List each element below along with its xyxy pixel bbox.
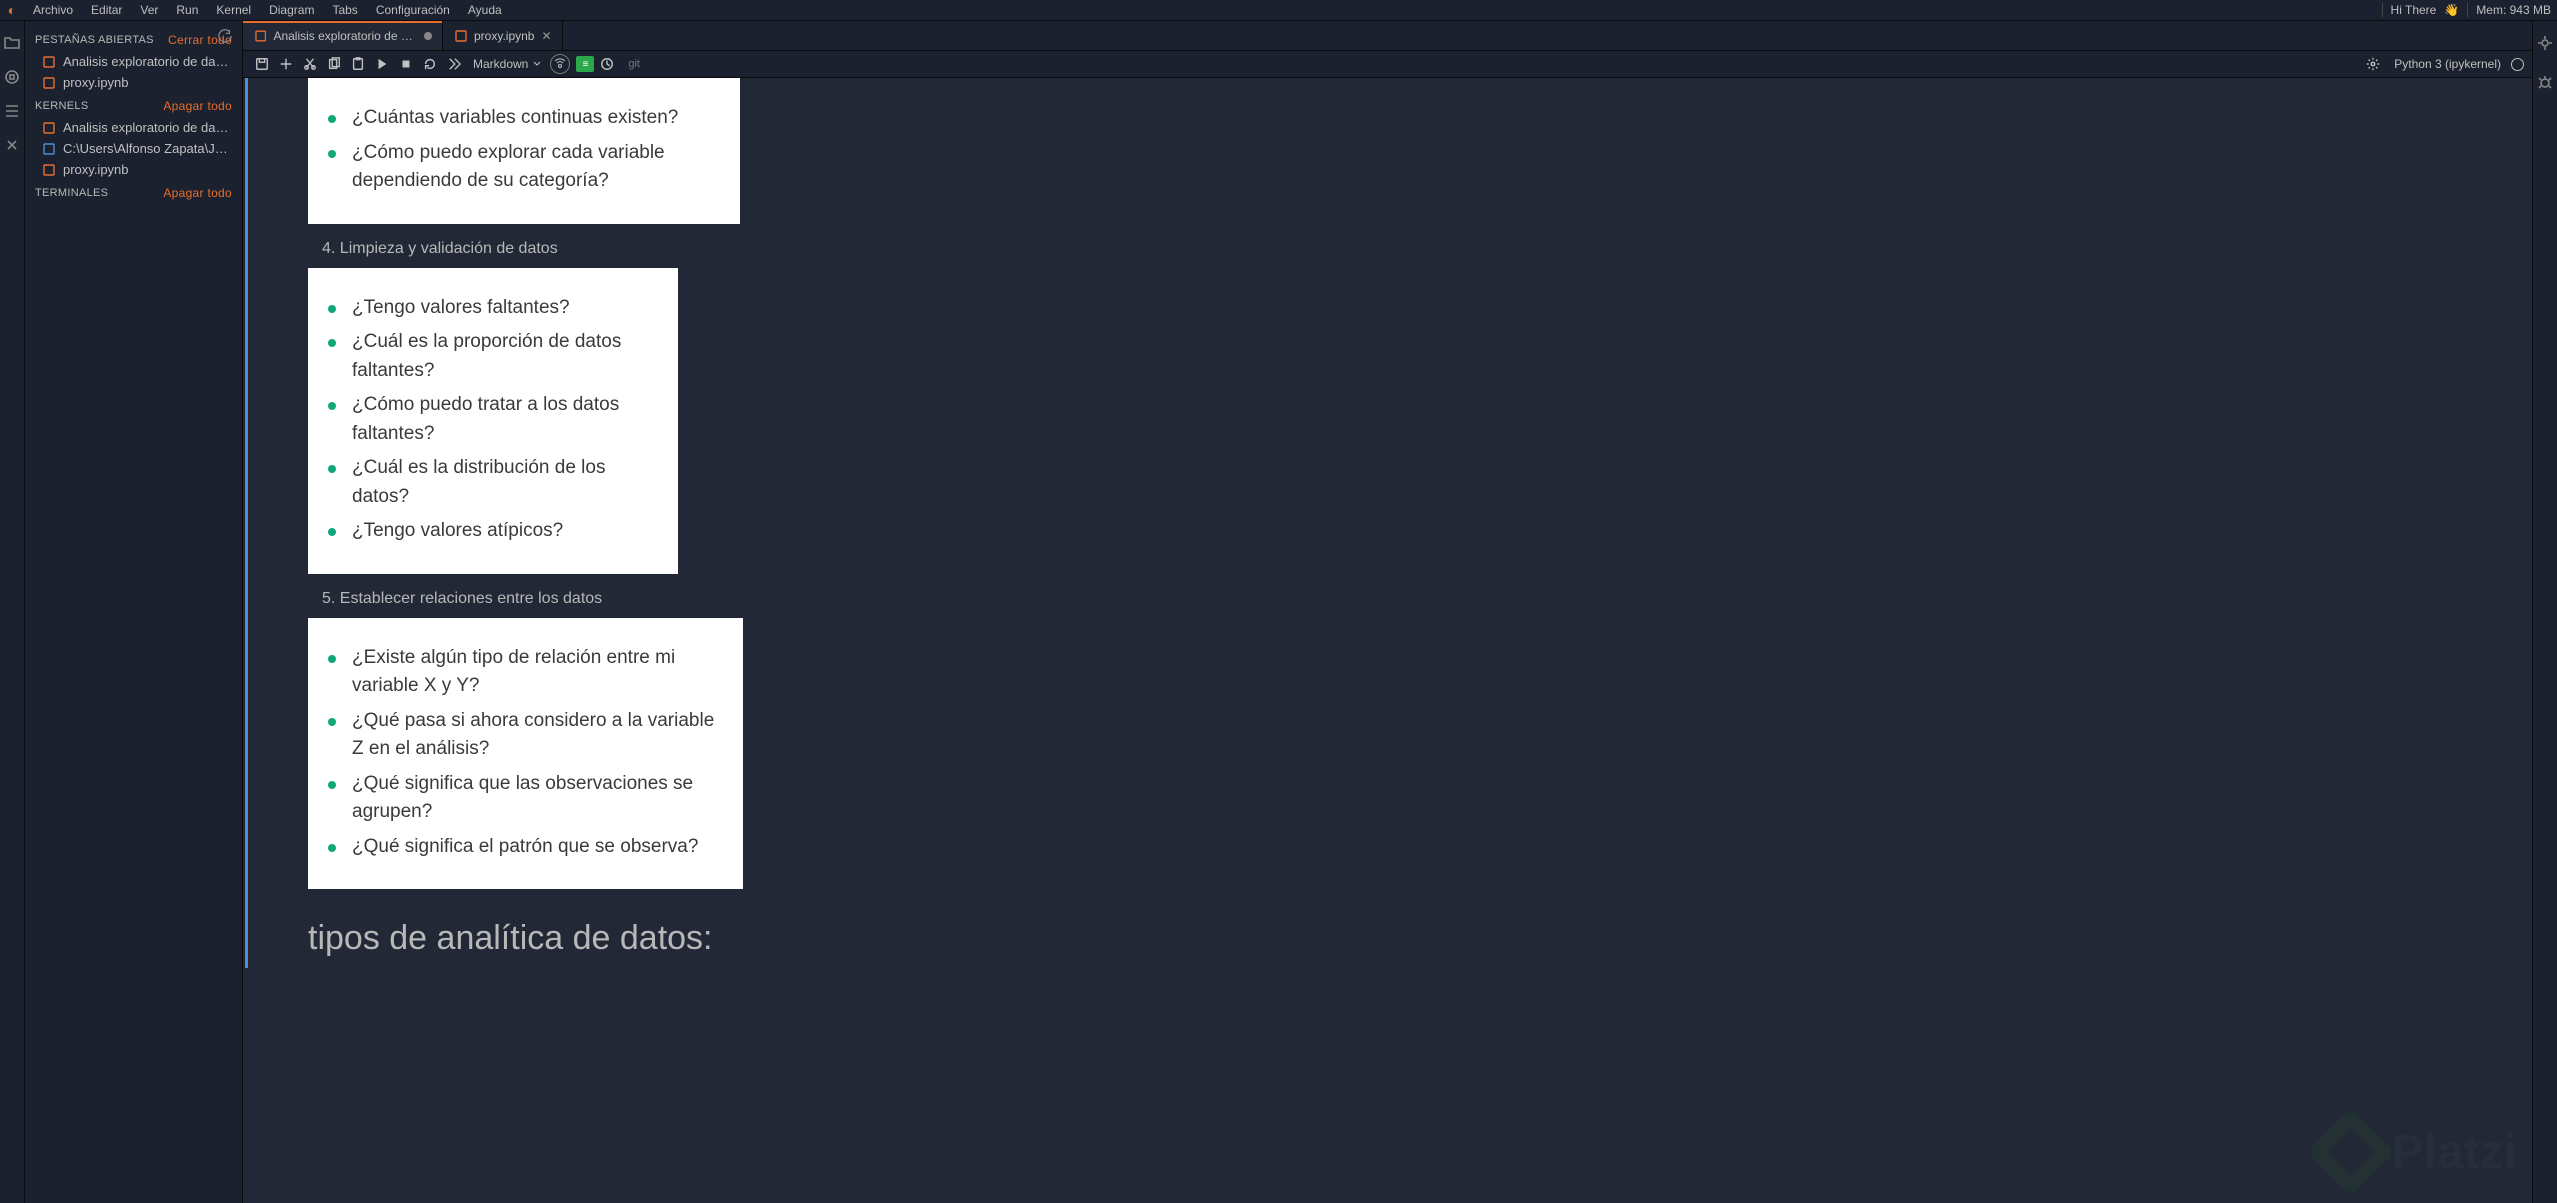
list-item: ¿Tengo valores atípicos?	[346, 517, 650, 546]
numbered-heading: 5. Establecer relaciones entre los datos	[308, 574, 2532, 618]
sidebar-item[interactable]: proxy.ipynb	[25, 159, 242, 180]
tab-label: proxy.ipynb	[474, 29, 534, 43]
kernel-status-icon[interactable]	[2511, 58, 2524, 71]
wave-icon: 👋	[2444, 3, 2459, 17]
sidebar-item[interactable]: Analisis exploratorio de datos.i...	[25, 117, 242, 138]
cut-button[interactable]	[299, 53, 321, 75]
list-item: ¿Qué significa el patrón que se observa?	[346, 833, 715, 862]
menu-run[interactable]: Run	[167, 0, 207, 20]
menu-list: Archivo Editar Ver Run Kernel Diagram Ta…	[24, 0, 511, 20]
left-activity-bar	[0, 21, 25, 1203]
shutdown-all-button[interactable]: Apagar todo	[163, 186, 232, 200]
notebook-toolbar: Markdown ≡ git Python 3 (ipykernel)	[243, 51, 2532, 78]
close-icon[interactable]: ✕	[541, 29, 551, 43]
list-item: ¿Tengo valores faltantes?	[346, 294, 650, 323]
section-terminals: Terminales Apagar todo	[25, 180, 242, 204]
notebook-icon	[455, 30, 467, 42]
notebook-icon	[43, 56, 55, 68]
sidebar-item-label: Analisis exploratorio de datos.i...	[63, 54, 232, 69]
tab-proxy[interactable]: proxy.ipynb ✕	[443, 21, 563, 50]
tab-label: Analisis exploratorio de dato	[273, 29, 417, 43]
sidebar-item[interactable]: Analisis exploratorio de datos.i...	[25, 51, 242, 72]
list-item: ¿Cuál es la proporción de datos faltante…	[346, 328, 650, 385]
refresh-icon[interactable]	[218, 29, 232, 46]
heading-2: tipos de analítica de datos:	[308, 889, 2532, 968]
section-open-tabs: Pestañas abiertas Cerrar todo	[25, 27, 242, 51]
cell-type-select[interactable]: Markdown	[473, 57, 542, 71]
restart-run-all-button[interactable]	[443, 53, 465, 75]
content-card: ¿Tengo valores faltantes? ¿Cuál es la pr…	[308, 268, 678, 574]
menu-tabs[interactable]: Tabs	[323, 0, 366, 20]
memory-label: Mem: 943 MB	[2476, 3, 2551, 17]
run-button[interactable]	[371, 53, 393, 75]
right-activity-bar	[2532, 21, 2557, 1203]
list-item: ¿Cuántas variables continuas existen?	[346, 104, 712, 133]
menu-kernel[interactable]: Kernel	[207, 0, 260, 20]
property-inspector-icon[interactable]	[2537, 35, 2553, 56]
jupyter-logo-icon: ◐	[0, 2, 24, 18]
list-item: ¿Cómo puedo explorar cada variable depen…	[346, 139, 712, 196]
separator	[2382, 3, 2383, 17]
sidebar-item[interactable]: C:\Users\Alfonso Zapata\Jupyt...	[25, 138, 242, 159]
restart-button[interactable]	[419, 53, 441, 75]
toc-icon[interactable]	[4, 103, 20, 119]
console-icon	[43, 143, 55, 155]
sidebar-item-label: proxy.ipynb	[63, 75, 129, 90]
section-title: Kernels	[35, 100, 88, 112]
section-kernels: Kernels Apagar todo	[25, 93, 242, 117]
settings-icon[interactable]	[2362, 53, 2384, 75]
menu-ver[interactable]: Ver	[131, 0, 167, 20]
sidebar-running: Pestañas abiertas Cerrar todo Analisis e…	[25, 21, 243, 1203]
notebook-icon	[43, 122, 55, 134]
separator	[2467, 3, 2468, 17]
copy-button[interactable]	[323, 53, 345, 75]
tab-analisis[interactable]: Analisis exploratorio de dato	[243, 21, 443, 50]
notebook-icon	[43, 164, 55, 176]
content-card: ¿Existe algún tipo de relación entre mi …	[308, 618, 743, 890]
save-button[interactable]	[251, 53, 273, 75]
folder-icon[interactable]	[4, 35, 20, 51]
numbered-heading: 4. Limpieza y validación de datos	[308, 224, 2532, 268]
menu-configuracion[interactable]: Configuración	[367, 0, 459, 20]
markdown-cell[interactable]: ¿Cuántas variables continuas existen? ¿C…	[245, 78, 2532, 968]
sidebar-item-label: C:\Users\Alfonso Zapata\Jupyt...	[63, 141, 232, 156]
list-item: ¿Cómo puedo tratar a los datos faltantes…	[346, 391, 650, 448]
content-card: ¿Cuántas variables continuas existen? ¿C…	[308, 78, 740, 224]
menu-archivo[interactable]: Archivo	[24, 0, 82, 20]
hi-there-label: Hi There	[2391, 3, 2437, 17]
sidebar-item-label: Analisis exploratorio de datos.i...	[63, 120, 232, 135]
paste-button[interactable]	[347, 53, 369, 75]
kernel-name[interactable]: Python 3 (ipykernel)	[2394, 57, 2501, 71]
list-item: ¿Existe algún tipo de relación entre mi …	[346, 644, 715, 701]
notebook-icon	[43, 77, 55, 89]
menu-editar[interactable]: Editar	[82, 0, 131, 20]
menu-ayuda[interactable]: Ayuda	[459, 0, 511, 20]
clock-icon[interactable]	[596, 53, 618, 75]
debugger-icon[interactable]	[2537, 74, 2553, 95]
menu-diagram[interactable]: Diagram	[260, 0, 323, 20]
git-label[interactable]: git	[628, 58, 640, 70]
list-item: ¿Cuál es la distribución de los datos?	[346, 454, 650, 511]
section-title: Terminales	[35, 187, 108, 199]
stop-button[interactable]	[395, 53, 417, 75]
menubar: ◐ Archivo Editar Ver Run Kernel Diagram …	[0, 0, 2557, 21]
shutdown-all-button[interactable]: Apagar todo	[163, 99, 232, 113]
voila-button[interactable]	[550, 54, 570, 74]
extensions-icon[interactable]	[4, 137, 20, 153]
sidebar-item-label: proxy.ipynb	[63, 162, 129, 177]
add-cell-button[interactable]	[275, 53, 297, 75]
running-icon[interactable]	[4, 69, 20, 85]
list-item: ¿Qué pasa si ahora considero a la variab…	[346, 707, 715, 764]
sidebar-item[interactable]: proxy.ipynb	[25, 72, 242, 93]
dirty-dot-icon	[424, 32, 432, 40]
notebook-area[interactable]: ¿Cuántas variables continuas existen? ¿C…	[243, 78, 2532, 1203]
list-item: ¿Qué significa que las observaciones se …	[346, 770, 715, 827]
section-title: Pestañas abiertas	[35, 34, 154, 46]
tab-bar: Analisis exploratorio de dato proxy.ipyn…	[243, 21, 2532, 51]
heading-button[interactable]: ≡	[576, 56, 594, 72]
notebook-icon	[255, 30, 266, 42]
